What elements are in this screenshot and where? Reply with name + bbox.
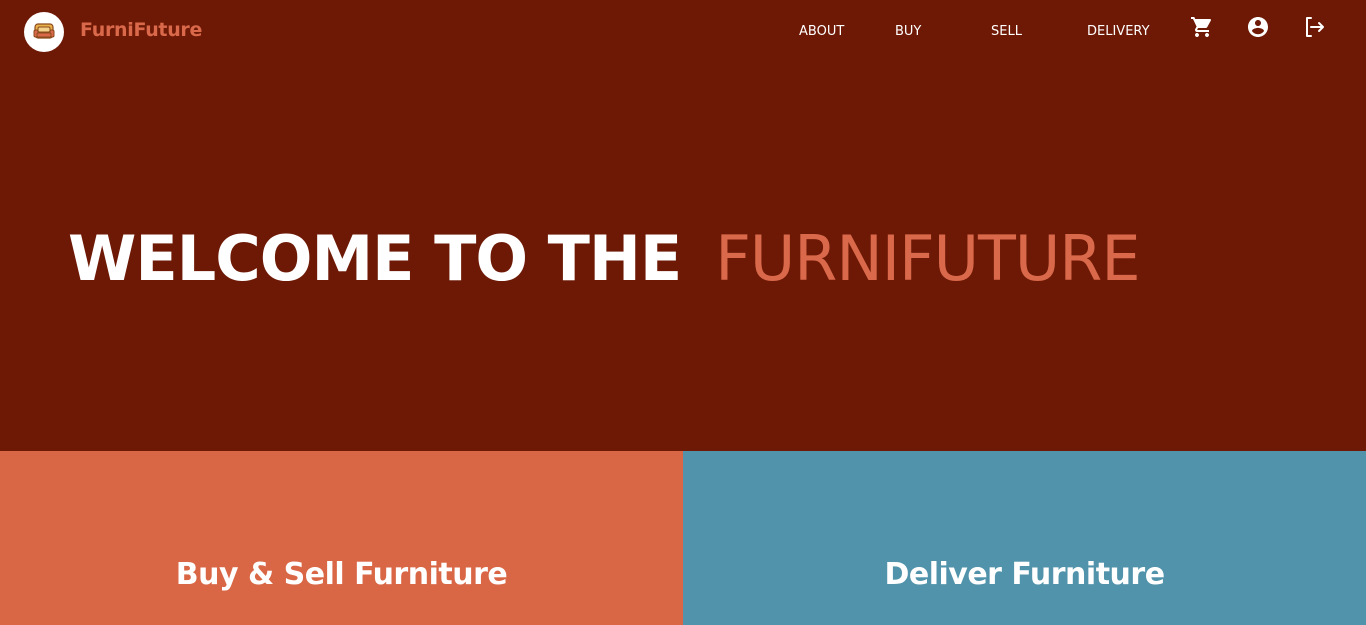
account-circle-icon[interactable] <box>1246 15 1270 39</box>
nav-link-delivery[interactable]: DELIVERY <box>1087 24 1150 39</box>
cart-icon[interactable] <box>1190 15 1214 39</box>
logout-icon[interactable] <box>1302 15 1326 39</box>
sofa-icon <box>33 23 55 39</box>
top-navbar: FurniFuture ABOUT BUY SELL DELIVERY <box>0 0 1366 64</box>
hero-heading-welcome: WELCOME TO THE <box>68 222 682 295</box>
brand-logo[interactable] <box>24 12 64 52</box>
brand-name[interactable]: FurniFuture <box>80 19 202 41</box>
buy-sell-panel[interactable]: Buy & Sell Furniture <box>0 451 683 625</box>
buy-sell-title: Buy & Sell Furniture <box>175 557 508 592</box>
delivery-title: Deliver Furniture <box>884 557 1165 592</box>
nav-link-sell[interactable]: SELL <box>991 24 1022 39</box>
nav-link-buy[interactable]: BUY <box>895 24 921 39</box>
hero-heading: WELCOME TO THE FURNIFUTURE <box>68 222 1141 295</box>
hero-heading-brand: FURNIFUTURE <box>715 222 1140 295</box>
delivery-panel[interactable]: Deliver Furniture <box>683 451 1366 625</box>
nav-link-about[interactable]: ABOUT <box>799 24 844 39</box>
